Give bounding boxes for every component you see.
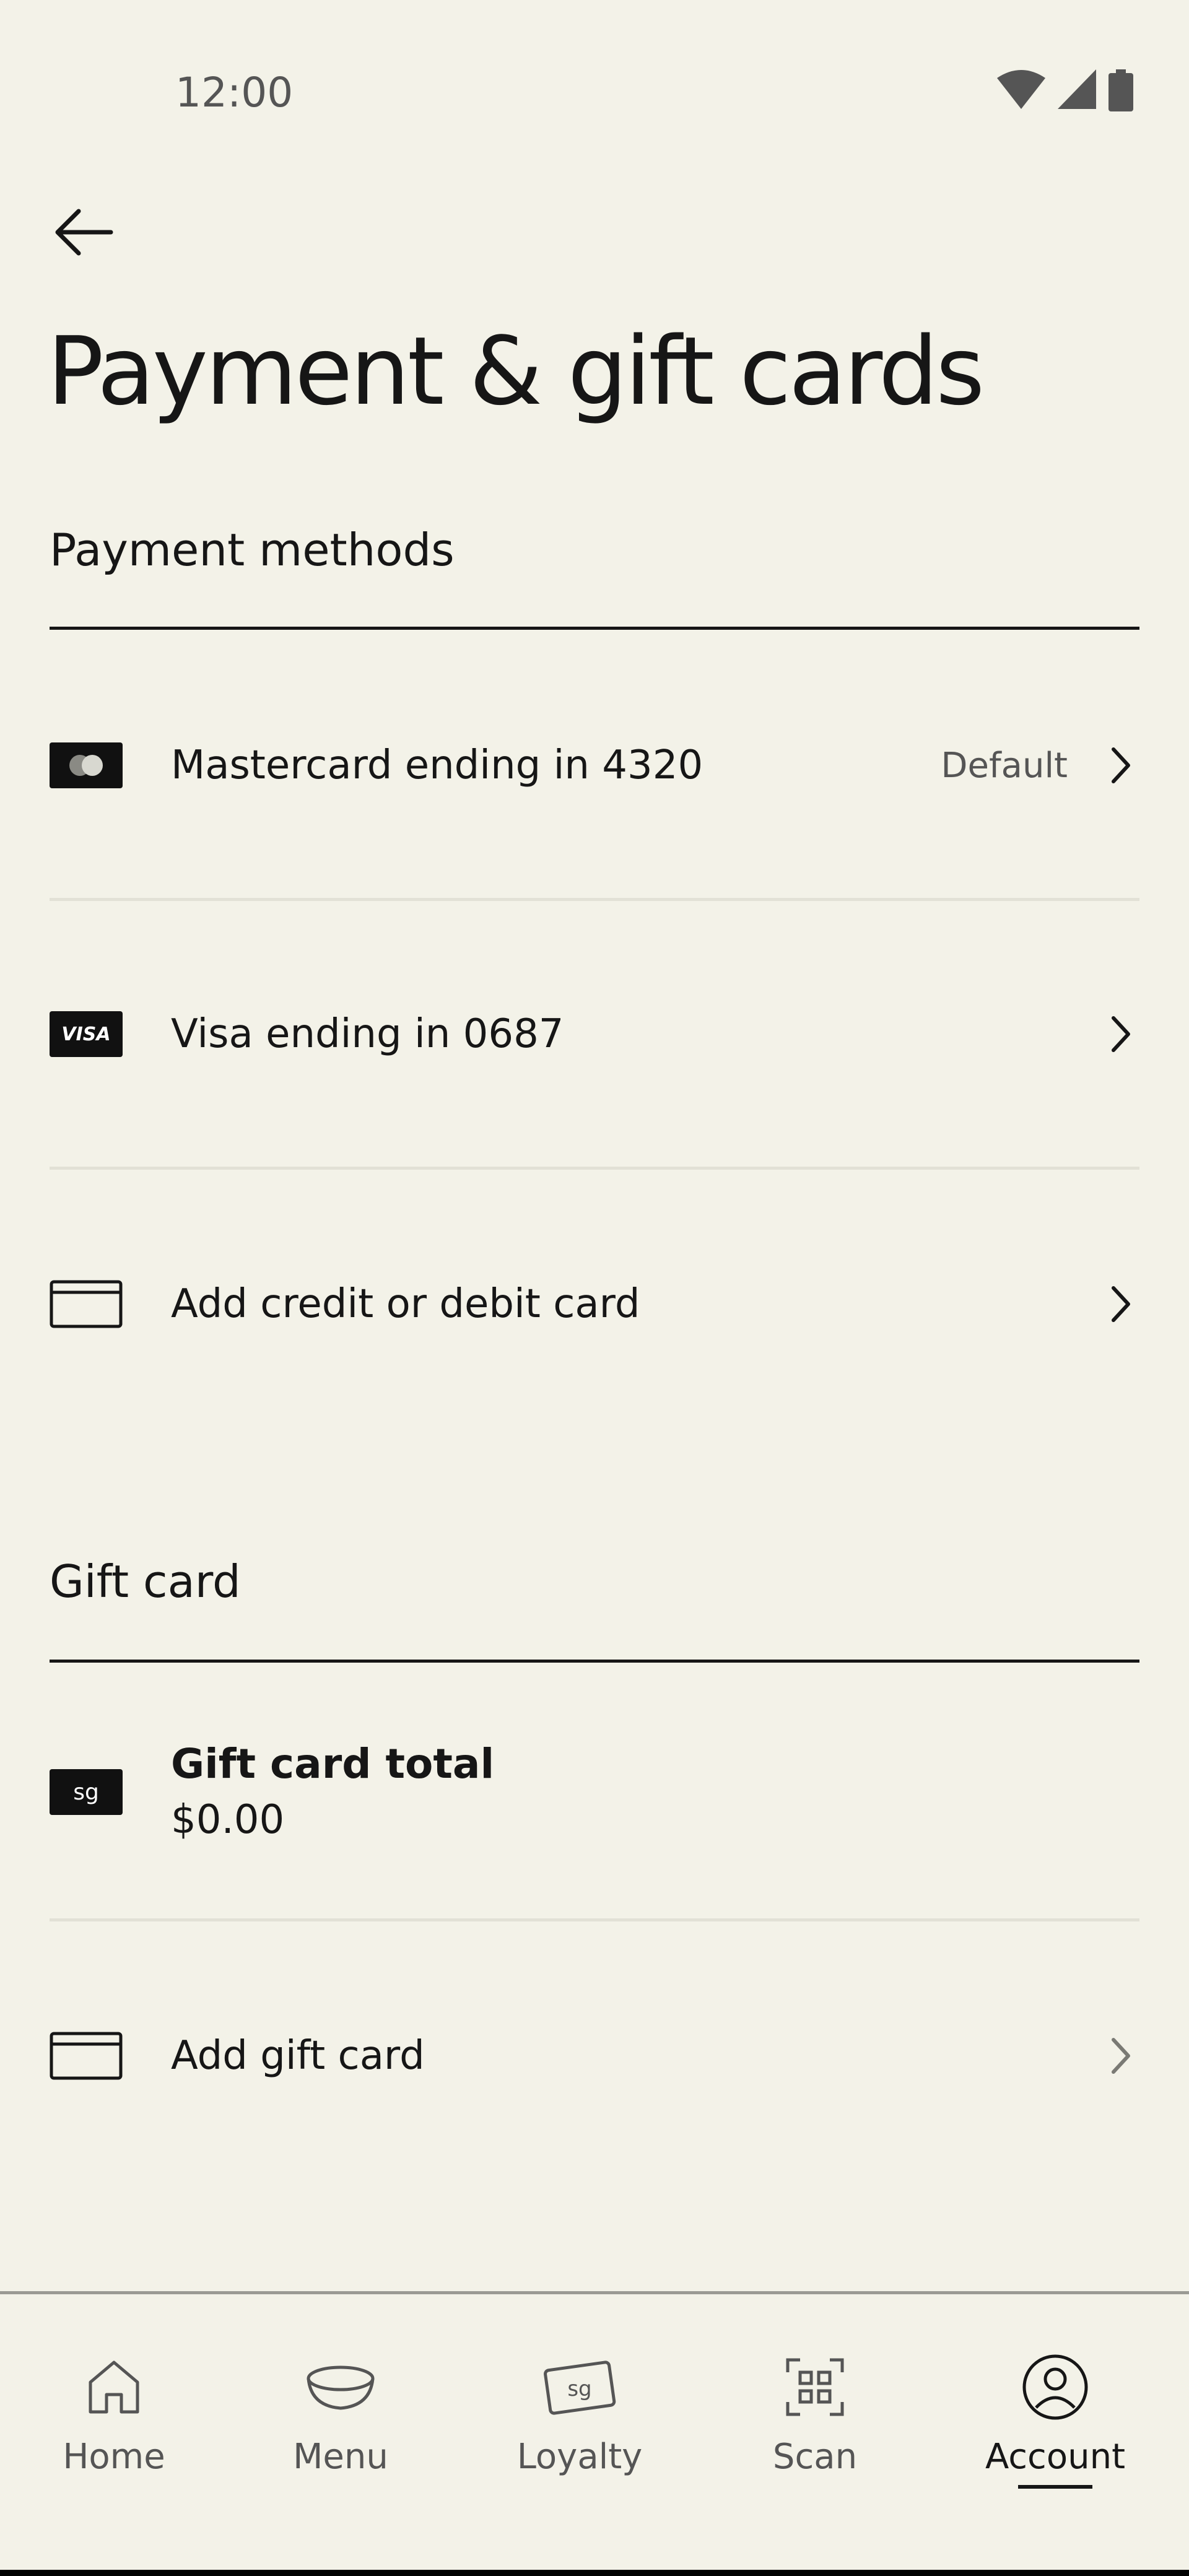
- nav-label: Scan: [772, 2437, 858, 2477]
- add-gift-card-button[interactable]: Add gift card: [50, 1994, 1139, 2118]
- row-divider: [50, 898, 1139, 901]
- page-title: Payment & gift cards: [47, 316, 985, 426]
- gift-card-total-label: Gift card total: [171, 1740, 495, 1788]
- qr-scan-icon: [778, 2350, 852, 2424]
- card-outline-icon: [50, 2031, 123, 2081]
- chevron-right-icon: [1102, 741, 1139, 790]
- default-badge: Default: [941, 745, 1068, 786]
- home-icon: [77, 2350, 151, 2424]
- status-time: 12:00: [175, 69, 294, 116]
- nav-menu[interactable]: Menu: [248, 2350, 433, 2499]
- nav-account[interactable]: Account: [962, 2350, 1148, 2499]
- nav-label: Account: [985, 2437, 1126, 2477]
- chevron-right-icon: [1102, 1279, 1139, 1329]
- card-outline-icon: [50, 1279, 123, 1329]
- status-bar: 12:00: [0, 0, 1189, 124]
- bowl-icon: [303, 2350, 378, 2424]
- row-divider: [50, 1918, 1139, 1921]
- account-icon: [1018, 2350, 1092, 2424]
- back-button[interactable]: [50, 198, 118, 266]
- nav-loyalty[interactable]: sg Loyalty: [487, 2350, 673, 2499]
- svg-text:sg: sg: [567, 2377, 591, 2401]
- arrow-left-icon: [55, 209, 113, 256]
- payment-method-label: Visa ending in 0687: [171, 1011, 564, 1057]
- mastercard-icon: [50, 741, 123, 790]
- chevron-right-icon: [1102, 1009, 1139, 1059]
- nav-home[interactable]: Home: [21, 2350, 207, 2499]
- nav-label: Menu: [293, 2437, 388, 2477]
- add-credit-card-button[interactable]: Add credit or debit card: [50, 1242, 1139, 1366]
- wifi-icon: [997, 70, 1045, 109]
- payment-methods-heading: Payment methods: [50, 524, 455, 576]
- nav-label: Home: [63, 2437, 165, 2477]
- section-divider: [50, 1660, 1139, 1663]
- status-icons: [997, 69, 1133, 111]
- system-nav-bar: [0, 2570, 1189, 2576]
- gift-card-total-text: Gift card total $0.00: [171, 1736, 494, 1848]
- add-card-label: Add credit or debit card: [171, 1281, 640, 1327]
- active-tab-indicator: [1018, 2485, 1092, 2489]
- battery-icon: [1108, 69, 1133, 111]
- gift-card-total-amount: $0.00: [171, 1797, 285, 1843]
- row-divider: [50, 1167, 1139, 1170]
- loyalty-card-icon: sg: [542, 2350, 617, 2424]
- chevron-right-icon: [1102, 2031, 1139, 2081]
- gift-card-total: sg Gift card total $0.00: [50, 1730, 1139, 1854]
- bottom-navigation: Home Menu sg Loyalty Scan Account: [0, 2291, 1189, 2576]
- sg-card-icon: sg: [50, 1767, 123, 1817]
- gift-card-heading: Gift card: [50, 1556, 241, 1608]
- nav-label: Loyalty: [516, 2437, 643, 2477]
- nav-scan[interactable]: Scan: [722, 2350, 908, 2499]
- cellular-signal-icon: [1058, 69, 1096, 109]
- visa-icon: VISA: [50, 1009, 123, 1059]
- add-gift-card-label: Add gift card: [171, 2033, 425, 2079]
- section-divider: [50, 627, 1139, 630]
- payment-method-label: Mastercard ending in 4320: [171, 742, 703, 788]
- payment-method-mastercard[interactable]: Mastercard ending in 4320 Default: [50, 703, 1139, 827]
- payment-method-visa[interactable]: VISA Visa ending in 0687: [50, 972, 1139, 1096]
